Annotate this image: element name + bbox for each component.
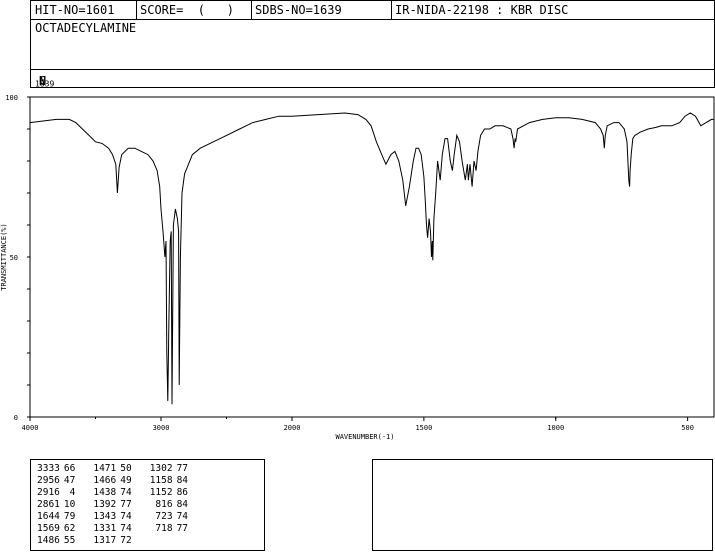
plot-frame — [29, 96, 715, 418]
peak-transmittance: 72 — [120, 535, 132, 546]
table-row: 1644 79 1343 74 723 74 — [35, 511, 190, 523]
table-row: 2916 4 1438 74 1152 86 — [35, 487, 190, 499]
peak-transmittance: 50 — [120, 463, 132, 474]
x-axis-label: WAVENUMBER(-1) — [335, 433, 394, 441]
x-tick-label: 1500 — [415, 424, 432, 432]
peak-wavenumber: 1466 — [93, 475, 117, 486]
peak-wavenumber: 1438 — [93, 487, 117, 498]
comment-box — [372, 459, 713, 551]
peak-transmittance: 55 — [63, 535, 76, 546]
table-row: 1486 55 1317 72 — [35, 535, 190, 547]
peak-wavenumber: 1569 — [37, 523, 60, 534]
peak-transmittance: 74 — [120, 487, 132, 498]
table-row: 2861 10 1392 77 816 84 — [35, 499, 190, 511]
x-axis-ticks: 4000 3000 2000 1500 1000 500 — [22, 417, 694, 432]
table-row: 1569 62 1331 74 718 77 — [35, 523, 190, 535]
peak-wavenumber: 1486 — [37, 535, 60, 546]
table-row: 2956 47 1466 49 1158 84 — [35, 475, 190, 487]
peak-transmittance: 74 — [176, 511, 189, 522]
spectrum-trace — [29, 112, 714, 405]
peak-transmittance: 86 — [176, 487, 189, 498]
peak-wavenumber: 1158 — [149, 475, 173, 486]
y-tick-label: 0 — [14, 414, 18, 422]
peak-wavenumber: 1331 — [93, 523, 117, 534]
peak-wavenumber: 1317 — [93, 535, 117, 546]
x-tick-label: 4000 — [22, 424, 39, 432]
peak-wavenumber: 2956 — [37, 475, 60, 486]
peak-wavenumber: 1343 — [93, 511, 117, 522]
y-tick-label: 100 — [5, 94, 18, 102]
x-tick-label: 2000 — [284, 424, 301, 432]
peak-wavenumber: 1302 — [149, 463, 173, 474]
peak-wavenumber: 1644 — [37, 511, 60, 522]
peak-wavenumber: 2861 — [37, 499, 60, 510]
y-tick-label: 50 — [10, 254, 18, 262]
y-axis-label: TRANSMITTANCE(%) — [0, 223, 8, 290]
peak-wavenumber: 1471 — [93, 463, 117, 474]
peak-transmittance: 74 — [120, 523, 132, 534]
x-tick-label: 3000 — [153, 424, 170, 432]
peak-transmittance: 49 — [120, 475, 132, 486]
peak-transmittance: 62 — [63, 523, 76, 534]
table-row: 3333 66 1471 50 1302 77 — [35, 463, 190, 475]
peak-wavenumber: 1392 — [93, 499, 117, 510]
peak-transmittance — [175, 535, 190, 547]
x-tick-label: 500 — [681, 424, 694, 432]
peak-wavenumber: 816 — [155, 499, 173, 510]
peak-wavenumber: 3333 — [37, 463, 60, 474]
peak-transmittance: 74 — [120, 511, 132, 522]
peak-transmittance: 79 — [63, 511, 76, 522]
peak-transmittance: 84 — [176, 499, 189, 510]
peak-wavenumber — [148, 535, 175, 547]
peak-table-grid: 3333 66 1471 50 1302 77 2956 47 1466 49 1158 84 2916… — [35, 463, 190, 547]
peak-wavenumber: 2916 — [37, 487, 60, 498]
peak-transmittance: 10 — [63, 499, 76, 510]
peak-transmittance: 77 — [120, 499, 132, 510]
peak-wavenumber: 1152 — [149, 487, 173, 498]
x-tick-label: 1000 — [547, 424, 564, 432]
y-axis-ticks: 0 50 100 — [5, 94, 30, 422]
peak-wavenumber: 718 — [155, 523, 173, 534]
peak-transmittance: 66 — [63, 463, 76, 474]
peak-transmittance: 4 — [69, 487, 76, 498]
ir-spectrum-chart: 4000 3000 2000 1500 1000 500 0 50 100 WAVENUMBE… — [0, 94, 715, 441]
peak-wavenumber: 723 — [155, 511, 173, 522]
peak-transmittance: 77 — [176, 463, 189, 474]
peak-transmittance: 47 — [63, 475, 76, 486]
peak-transmittance: 84 — [176, 475, 189, 486]
peak-table: 3333 66 1471 50 1302 77 2956 47 1466 49 1158 84 2916… — [30, 459, 265, 551]
peak-transmittance: 77 — [176, 523, 189, 534]
